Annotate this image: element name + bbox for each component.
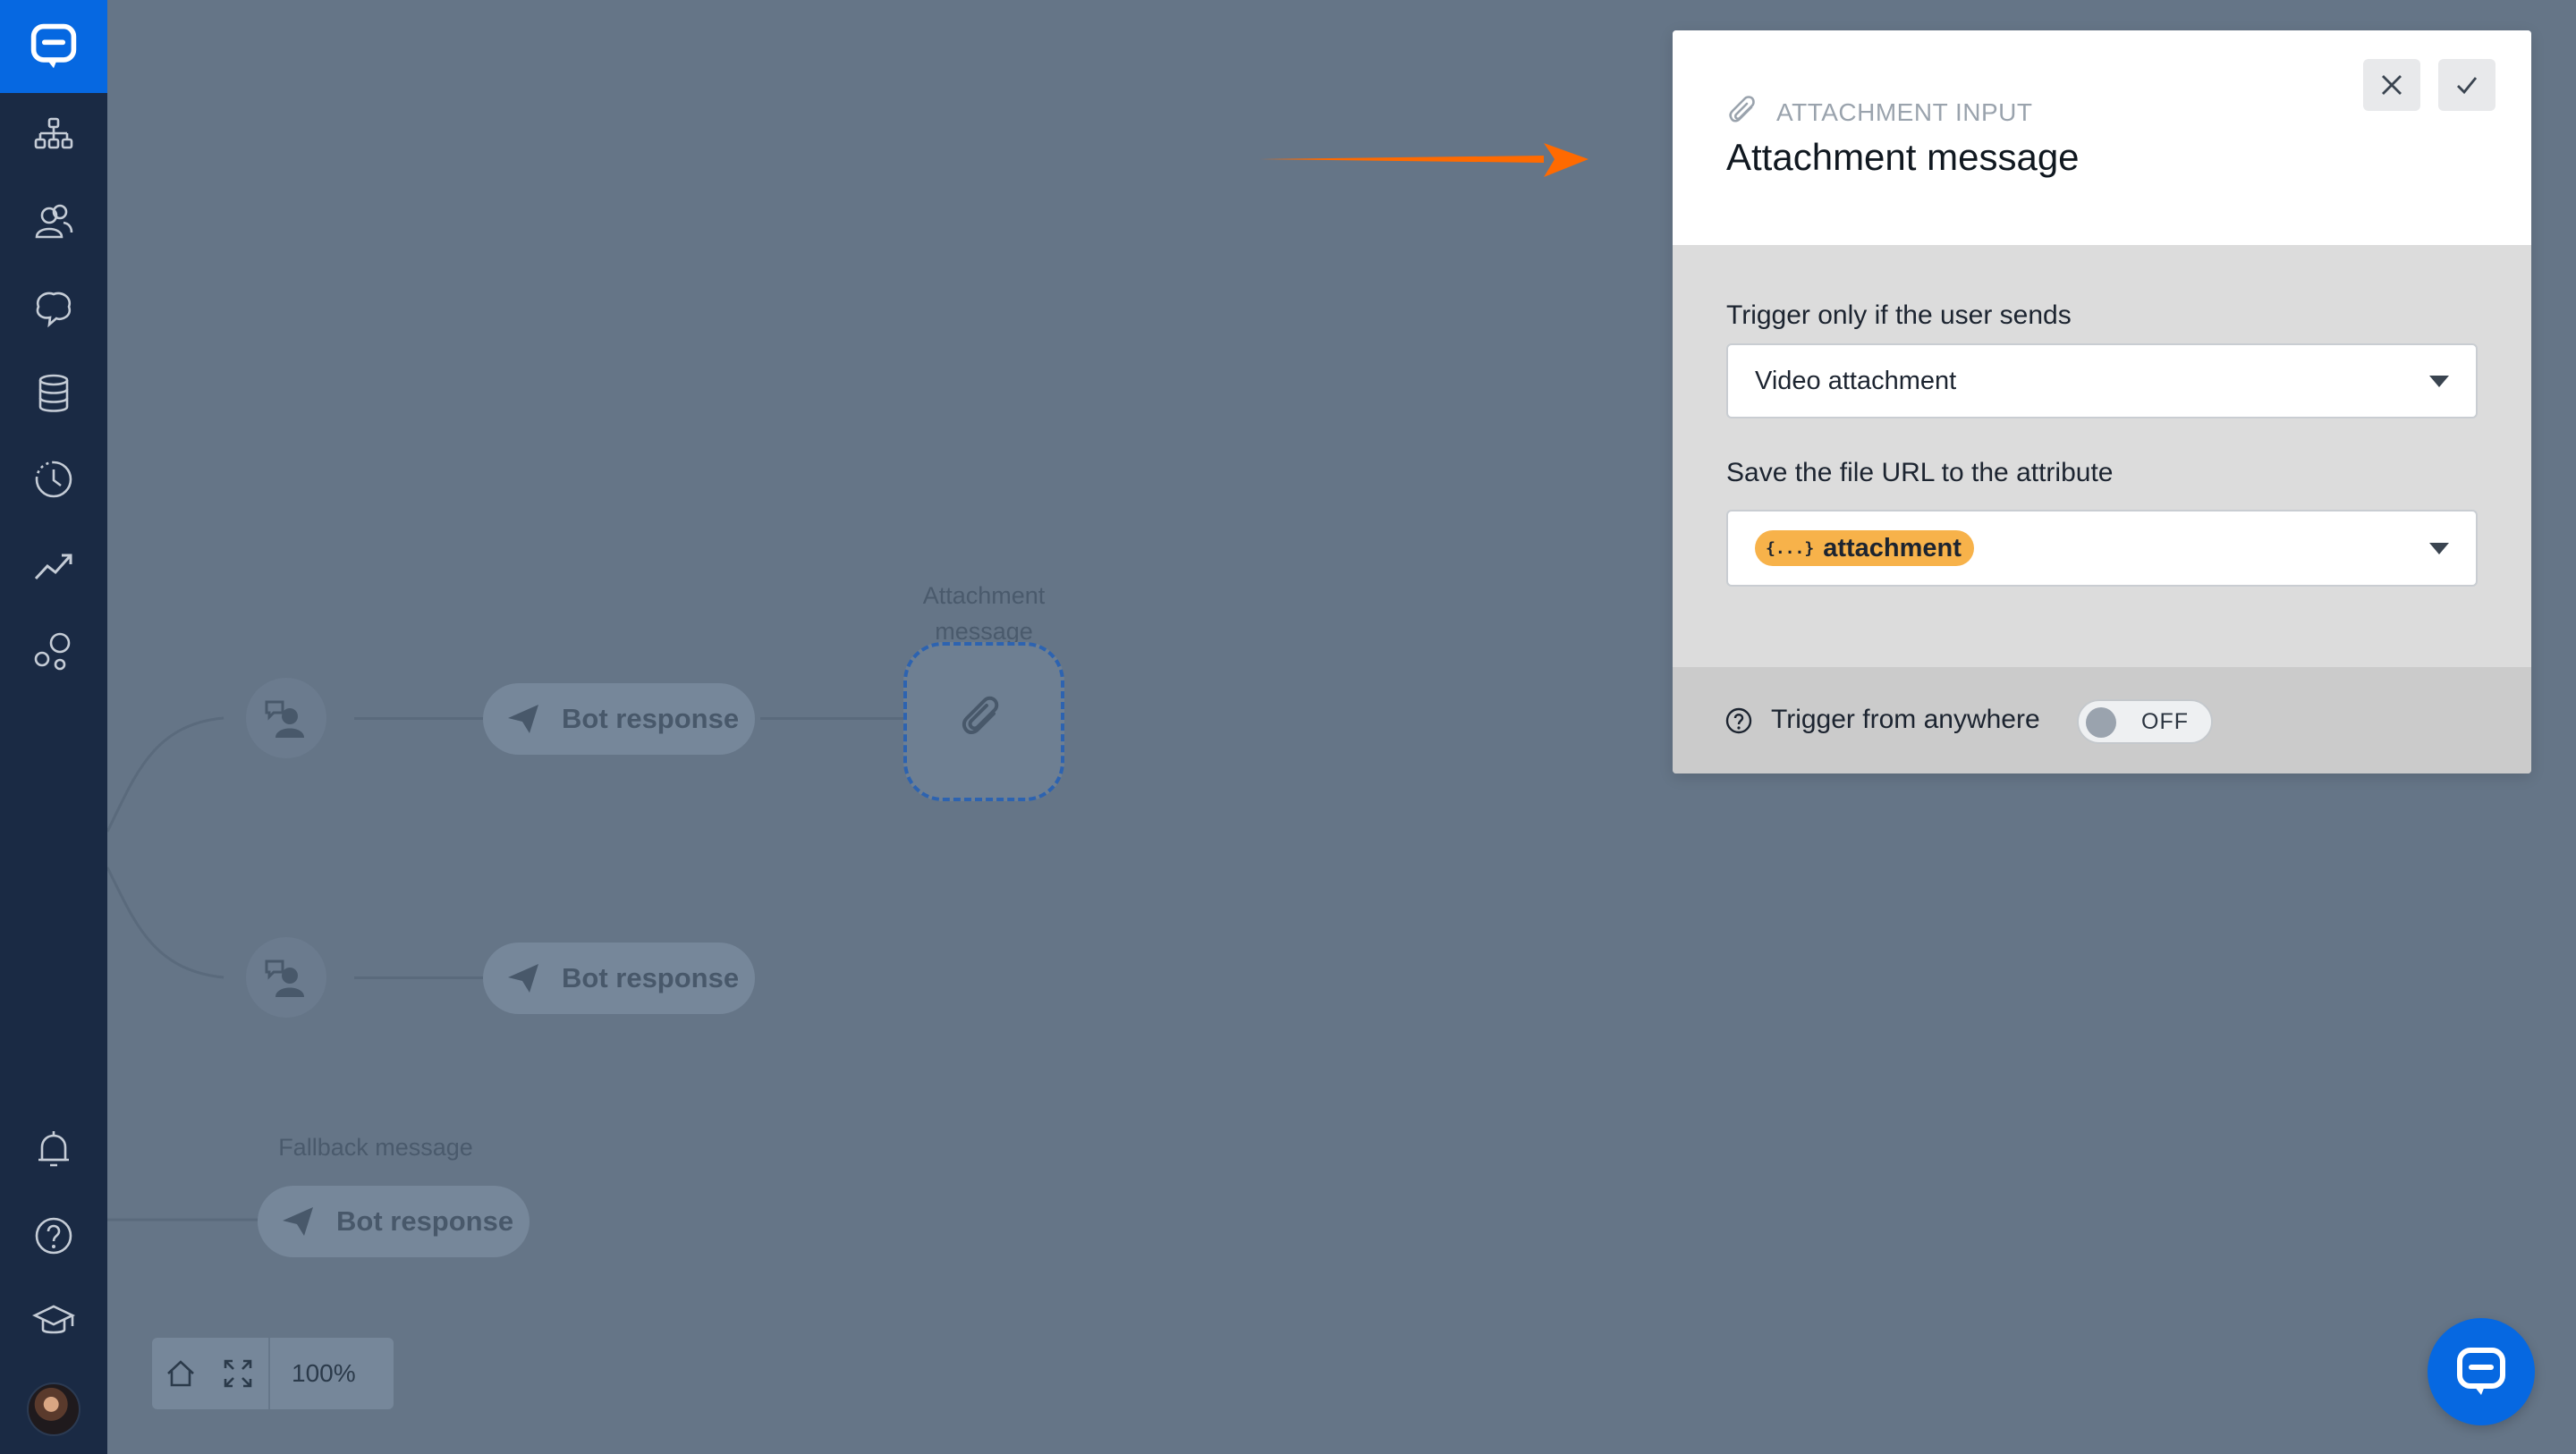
sidebar-item-audience[interactable] bbox=[0, 179, 107, 265]
sidebar-item-training[interactable] bbox=[0, 265, 107, 351]
chevron-down-icon bbox=[2429, 376, 2449, 387]
attribute-chip: {...} attachment bbox=[1755, 530, 1974, 566]
trigger-label: Trigger only if the user sends bbox=[1726, 300, 2072, 330]
panel-title: Attachment message bbox=[1726, 136, 2080, 178]
panel-kicker: ATTACHMENT INPUT bbox=[1726, 95, 2032, 131]
sidebar-item-help[interactable] bbox=[0, 1193, 107, 1279]
bot-response-node[interactable]: Bot response bbox=[483, 943, 755, 1014]
check-icon bbox=[2457, 77, 2478, 95]
trigger-type-select[interactable]: Video attachment bbox=[1726, 343, 2478, 418]
chevron-down-icon bbox=[2429, 543, 2449, 554]
trending-icon bbox=[34, 554, 72, 580]
send-icon bbox=[508, 964, 538, 993]
users-icon bbox=[35, 204, 73, 239]
sidebar-item-chatbots[interactable] bbox=[0, 93, 107, 179]
integrations-icon bbox=[34, 632, 71, 671]
close-icon bbox=[2382, 75, 2402, 95]
edge bbox=[354, 717, 488, 720]
panel-footer: Trigger from anywhere OFF bbox=[1673, 667, 2531, 773]
avatar[interactable] bbox=[27, 1382, 80, 1436]
variable-icon: {...} bbox=[1766, 538, 1815, 558]
fallback-bot-response-node[interactable]: Bot response bbox=[258, 1186, 530, 1257]
edge bbox=[760, 717, 905, 720]
send-icon bbox=[283, 1207, 313, 1236]
sitemap-icon bbox=[34, 117, 73, 149]
help-icon[interactable] bbox=[1724, 706, 1753, 735]
brain-icon bbox=[36, 292, 72, 328]
bot-response-node[interactable]: Bot response bbox=[483, 683, 755, 755]
zoom-controls: 100% bbox=[152, 1338, 394, 1409]
expand-icon bbox=[224, 1359, 252, 1388]
user-input-node[interactable] bbox=[246, 678, 326, 758]
save-attribute-label: Save the file URL to the attribute bbox=[1726, 458, 2114, 487]
bot-response-label: Bot response bbox=[562, 703, 740, 734]
bot-response-label: Bot response bbox=[562, 962, 740, 993]
attachment-node-label: Attachment message bbox=[922, 582, 1046, 645]
chat-widget-button[interactable] bbox=[2428, 1318, 2535, 1425]
bot-response-label: Bot response bbox=[336, 1205, 514, 1237]
confirm-button[interactable] bbox=[2438, 59, 2496, 111]
send-icon bbox=[508, 705, 538, 733]
attachment-settings-panel: ATTACHMENT INPUT Attachment message Trig… bbox=[1673, 30, 2531, 773]
zoom-level: 100% bbox=[292, 1359, 356, 1387]
bell-icon bbox=[38, 1131, 69, 1167]
chat-logo-icon[interactable] bbox=[0, 0, 107, 93]
paperclip-icon bbox=[962, 696, 999, 734]
chat-icon bbox=[2457, 1348, 2505, 1395]
close-button[interactable] bbox=[2363, 59, 2420, 111]
user-chat-icon bbox=[265, 700, 304, 738]
fit-to-screen-button[interactable] bbox=[209, 1338, 267, 1409]
user-chat-icon bbox=[265, 959, 304, 997]
home-icon bbox=[167, 1360, 194, 1387]
attachment-node[interactable] bbox=[903, 642, 1064, 801]
sidebar-item-data[interactable] bbox=[0, 351, 107, 436]
home-button[interactable] bbox=[152, 1338, 209, 1409]
toggle-knob bbox=[2086, 707, 2116, 738]
fallback-node-label: Fallback message bbox=[278, 1134, 473, 1161]
graduation-cap-icon bbox=[31, 1305, 76, 1334]
attribute-select[interactable]: {...} attachment bbox=[1726, 510, 2478, 587]
history-icon bbox=[35, 461, 72, 498]
edge bbox=[354, 976, 488, 979]
paperclip-icon bbox=[1729, 96, 1755, 123]
sidebar-item-integrations[interactable] bbox=[0, 608, 107, 694]
panel-kicker-label: ATTACHMENT INPUT bbox=[1776, 98, 2033, 126]
toggle-state: OFF bbox=[2141, 709, 2189, 734]
sidebar-item-academy[interactable] bbox=[0, 1279, 107, 1365]
panel-header: ATTACHMENT INPUT Attachment message bbox=[1673, 30, 2531, 245]
sidebar bbox=[0, 0, 107, 1454]
trigger-type-value: Video attachment bbox=[1755, 366, 1957, 395]
sidebar-item-reports[interactable] bbox=[0, 522, 107, 608]
trigger-anywhere-toggle[interactable]: OFF bbox=[2077, 699, 2213, 744]
database-icon bbox=[38, 374, 69, 412]
attribute-chip-label: attachment bbox=[1823, 533, 1962, 562]
help-icon bbox=[35, 1217, 72, 1255]
sidebar-item-history[interactable] bbox=[0, 436, 107, 522]
trigger-anywhere-label: Trigger from anywhere bbox=[1771, 705, 2040, 734]
user-input-node[interactable] bbox=[246, 937, 326, 1018]
annotation-arrow bbox=[1259, 143, 1589, 177]
sidebar-item-notifications[interactable] bbox=[0, 1107, 107, 1193]
